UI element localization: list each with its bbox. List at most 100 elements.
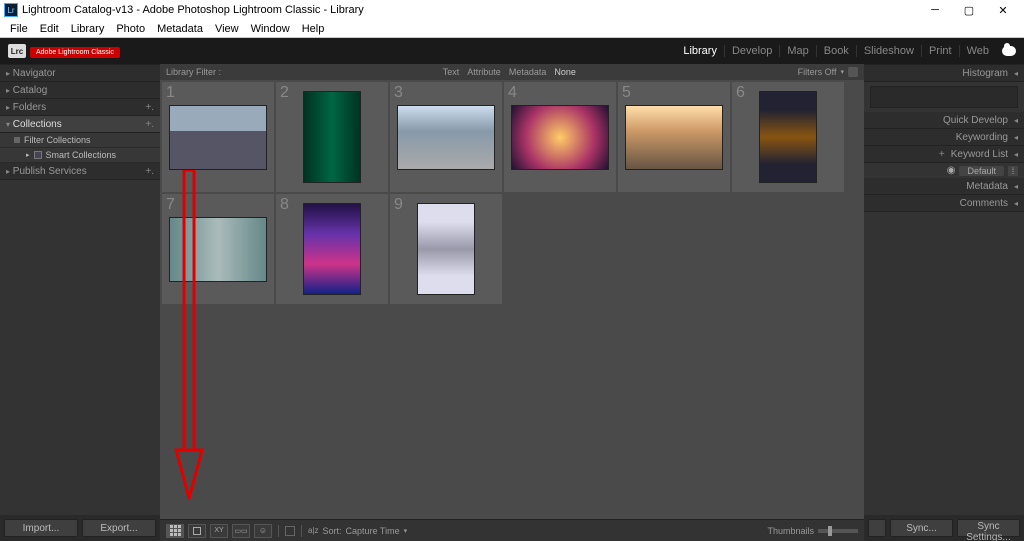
thumbnail-cell[interactable]: 1: [162, 82, 274, 192]
module-slideshow[interactable]: Slideshow: [857, 45, 922, 57]
thumbnail-image[interactable]: [303, 203, 361, 295]
filters-off-label[interactable]: Filters Off: [798, 67, 837, 77]
module-header: Lrc Adobe Lightroom Classic LibraryDevel…: [0, 38, 1024, 64]
menu-metadata[interactable]: Metadata: [151, 23, 209, 35]
grid-toolbar: XY ▭▭ ☺ a|z Sort: Capture Time ▾ Thumbna…: [160, 519, 864, 541]
minimize-button[interactable]: ─: [918, 0, 952, 20]
histogram-display: [870, 86, 1018, 108]
panel-item-filter-collections[interactable]: Filter Collections: [0, 133, 160, 148]
thumbnail-cell[interactable]: 2: [276, 82, 388, 192]
cell-index: 7: [166, 196, 175, 214]
thumbnail-cell[interactable]: 6: [732, 82, 844, 192]
workspace: ▸ Navigator▸ Catalog▸ Folders+.▾ Collect…: [0, 64, 1024, 541]
left-panel: ▸ Navigator▸ Catalog▸ Folders+.▾ Collect…: [0, 64, 160, 541]
thumbnail-grid[interactable]: 12 3 4 5 6 7 8 9: [160, 80, 864, 519]
module-map[interactable]: Map: [780, 45, 816, 57]
compare-view-button[interactable]: XY: [210, 524, 228, 538]
panel-collections[interactable]: ▾ Collections+.: [0, 116, 160, 133]
module-develop[interactable]: Develop: [725, 45, 780, 57]
module-book[interactable]: Book: [817, 45, 857, 57]
survey-view-button[interactable]: ▭▭: [232, 524, 250, 538]
window-title: Lightroom Catalog-v13 - Adobe Photoshop …: [22, 4, 364, 16]
brand-tag: Adobe Lightroom Classic: [30, 47, 120, 58]
cell-index: 4: [508, 84, 517, 102]
filter-option-metadata[interactable]: Metadata: [509, 67, 547, 77]
menu-photo[interactable]: Photo: [110, 23, 151, 35]
maximize-button[interactable]: ▢: [952, 0, 986, 20]
sort-direction-icon[interactable]: a|z: [308, 526, 319, 535]
panel-metadata[interactable]: Metadata◂: [864, 178, 1024, 195]
thumbnail-image[interactable]: [759, 91, 817, 183]
menu-file[interactable]: File: [4, 23, 34, 35]
cloud-sync-icon[interactable]: [1002, 46, 1016, 56]
cell-index: 9: [394, 196, 403, 214]
painter-icon[interactable]: [285, 526, 295, 536]
window-titlebar: Lr Lightroom Catalog-v13 - Adobe Photosh…: [0, 0, 1024, 20]
panel-keywording[interactable]: Keywording◂: [864, 129, 1024, 146]
menu-edit[interactable]: Edit: [34, 23, 65, 35]
thumbnail-image[interactable]: [169, 105, 267, 170]
panel-publish-services[interactable]: ▸ Publish Services+.: [0, 163, 160, 180]
loupe-view-button[interactable]: [188, 524, 206, 538]
thumbnail-cell[interactable]: 9: [390, 194, 502, 304]
module-picker: LibraryDevelopMapBookSlideshowPrintWeb: [676, 45, 1016, 57]
module-library[interactable]: Library: [676, 45, 725, 57]
close-button[interactable]: ✕: [986, 0, 1020, 20]
cell-index: 8: [280, 196, 289, 214]
sort-label: Sort:: [323, 526, 342, 536]
thumbnail-image[interactable]: [511, 105, 609, 170]
thumbnail-cell[interactable]: 7: [162, 194, 274, 304]
grid-view-button[interactable]: [166, 524, 184, 538]
thumbnail-cell[interactable]: 8: [276, 194, 388, 304]
people-view-button[interactable]: ☺: [254, 524, 272, 538]
sync-toggle-button[interactable]: [868, 519, 886, 537]
menu-view[interactable]: View: [209, 23, 245, 35]
panel-quick-develop[interactable]: Quick Develop◂: [864, 112, 1024, 129]
filter-option-text[interactable]: Text: [443, 67, 460, 77]
menu-bar: FileEditLibraryPhotoMetadataViewWindowHe…: [0, 20, 1024, 38]
filter-option-none[interactable]: None: [554, 67, 576, 77]
thumbnail-image[interactable]: [169, 217, 267, 282]
panel-histogram[interactable]: Histogram◂: [864, 65, 1024, 82]
thumbnail-cell[interactable]: 4: [504, 82, 616, 192]
thumbnail-size-slider[interactable]: [818, 529, 858, 533]
panel-item-smart-collections[interactable]: ▸ Smart Collections: [0, 148, 160, 163]
cell-index: 3: [394, 84, 403, 102]
sync-settings-button[interactable]: Sync Settings...: [957, 519, 1020, 537]
sort-value[interactable]: Capture Time: [346, 526, 400, 536]
panel-navigator[interactable]: ▸ Navigator: [0, 65, 160, 82]
cell-index: 6: [736, 84, 745, 102]
panel-comments[interactable]: Comments◂: [864, 195, 1024, 212]
center-area: Library Filter : Text Attribute Metadata No…: [160, 64, 864, 541]
export-button[interactable]: Export...: [82, 519, 156, 537]
thumbnail-image[interactable]: [397, 105, 495, 170]
module-web[interactable]: Web: [960, 45, 996, 57]
thumbnails-label: Thumbnails: [767, 526, 814, 536]
thumbnail-image[interactable]: [417, 203, 475, 295]
chevron-down-icon[interactable]: ▾: [404, 527, 408, 535]
metadata-preset-row[interactable]: ◉Default⁞: [864, 163, 1024, 178]
chevron-down-icon[interactable]: ▾: [840, 68, 844, 76]
thumbnail-image[interactable]: [303, 91, 361, 183]
library-filter-label: Library Filter :: [166, 67, 221, 77]
panel-keyword-list[interactable]: +Keyword List◂: [864, 146, 1024, 163]
eye-icon[interactable]: ◉: [947, 165, 956, 176]
thumbnail-cell[interactable]: 5: [618, 82, 730, 192]
panel-folders[interactable]: ▸ Folders+.: [0, 99, 160, 116]
import-button[interactable]: Import...: [4, 519, 78, 537]
filter-option-attribute[interactable]: Attribute: [467, 67, 501, 77]
menu-library[interactable]: Library: [65, 23, 111, 35]
sync-button[interactable]: Sync...: [890, 519, 953, 537]
lock-icon[interactable]: [848, 67, 858, 77]
cell-index: 2: [280, 84, 289, 102]
app-icon: Lr: [4, 3, 18, 17]
thumbnail-cell[interactable]: 3: [390, 82, 502, 192]
right-panel: Histogram◂ Quick Develop◂Keywording◂+Keyw…: [864, 64, 1024, 541]
brand-icon: Lrc: [8, 44, 26, 58]
cell-index: 5: [622, 84, 631, 102]
module-print[interactable]: Print: [922, 45, 960, 57]
menu-help[interactable]: Help: [296, 23, 331, 35]
menu-window[interactable]: Window: [245, 23, 296, 35]
thumbnail-image[interactable]: [625, 105, 723, 170]
panel-catalog[interactable]: ▸ Catalog: [0, 82, 160, 99]
